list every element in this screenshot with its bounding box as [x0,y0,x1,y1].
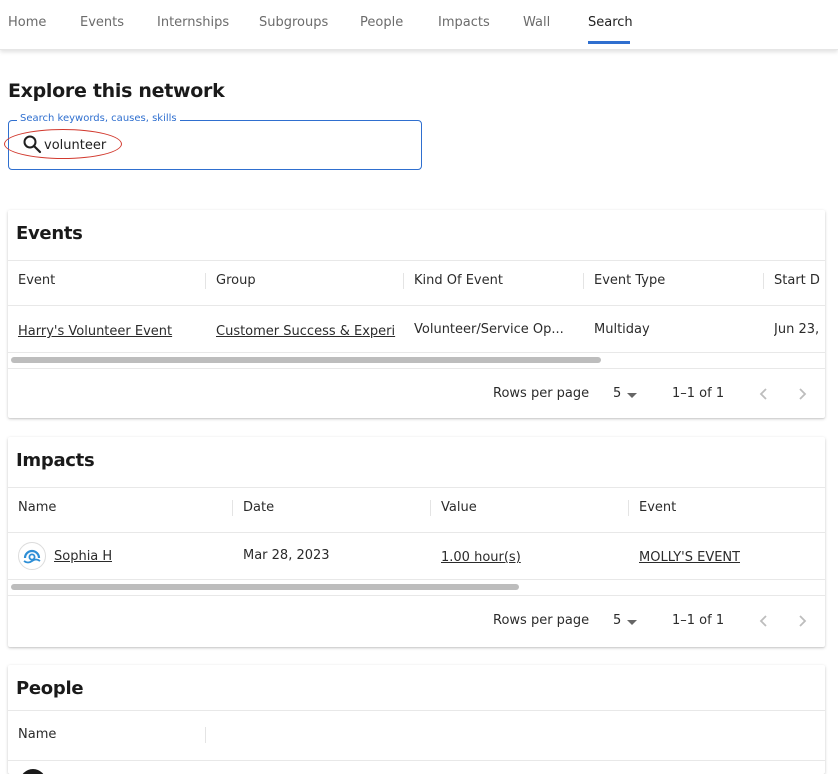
divider [8,760,825,761]
impacts-card: Impacts Name Date Value Event Sophia H M… [8,437,825,647]
col-header-name[interactable]: Name [18,727,56,742]
tab-internships[interactable]: Internships [157,15,229,30]
chevron-right-icon[interactable] [795,387,809,401]
tab-wall[interactable]: Wall [523,15,550,30]
chevron-left-icon[interactable] [757,614,771,628]
divider [8,260,825,261]
col-header-event-type[interactable]: Event Type [594,273,665,288]
column-separator [763,273,764,289]
impact-value-link[interactable]: 1.00 hour(s) [441,550,521,565]
column-separator [430,500,431,516]
avatar-logo-icon [23,549,41,564]
column-separator [205,273,206,289]
chevron-down-icon[interactable] [627,393,637,398]
avatar[interactable] [20,769,46,774]
scrollbar-thumb[interactable] [11,357,601,363]
col-header-start-date[interactable]: Start D [774,273,820,288]
rows-per-page-select[interactable]: 5 [613,613,621,628]
column-separator [205,727,206,743]
chevron-left-icon[interactable] [757,387,771,401]
tab-home[interactable]: Home [8,15,46,30]
col-header-date[interactable]: Date [243,500,274,515]
search-icon [23,135,42,154]
rows-per-page-label: Rows per page [493,386,590,401]
tab-search[interactable]: Search [588,15,633,30]
column-separator [583,273,584,289]
event-kind: Volunteer/Service Op... [414,322,564,337]
col-header-name[interactable]: Name [18,500,56,515]
impact-event-link[interactable]: MOLLY'S EVENT [639,550,740,565]
divider [8,487,825,488]
divider [8,368,825,369]
chevron-right-icon[interactable] [795,614,809,628]
col-header-event[interactable]: Event [639,500,676,515]
pagination-range: 1–1 of 1 [672,613,725,628]
search-label: Search keywords, causes, skills [17,113,180,124]
col-header-group[interactable]: Group [216,273,256,288]
events-card: Events Event Group Kind Of Event Event T… [8,210,825,418]
active-tab-indicator [588,41,630,44]
tab-subgroups[interactable]: Subgroups [259,15,328,30]
rows-per-page-label: Rows per page [493,613,590,628]
rows-per-page-select[interactable]: 5 [613,386,621,401]
impacts-title: Impacts [16,450,95,471]
avatar[interactable] [18,542,46,570]
event-group-link[interactable]: Customer Success & Experi [216,324,405,339]
divider [8,710,825,711]
column-separator [628,500,629,516]
search-input[interactable] [44,136,404,154]
people-card: People Name [8,665,825,774]
event-name-link[interactable]: Harry's Volunteer Event [18,324,203,339]
divider [8,305,825,306]
scrollbar-thumb[interactable] [11,584,519,590]
col-header-event[interactable]: Event [18,273,55,288]
col-header-value[interactable]: Value [441,500,477,515]
chevron-down-icon[interactable] [627,620,637,625]
horizontal-scrollbar[interactable] [8,583,825,591]
impact-name-link[interactable]: Sophia H [54,549,112,564]
divider [8,579,825,580]
top-nav: Home Events Internships Subgroups People… [0,0,838,50]
impact-date: Mar 28, 2023 [243,548,330,563]
event-type: Multiday [594,322,650,337]
tab-impacts[interactable]: Impacts [438,15,490,30]
events-title: Events [16,223,83,244]
horizontal-scrollbar[interactable] [8,356,825,364]
people-title: People [16,678,84,699]
divider [8,595,825,596]
divider [8,352,825,353]
pagination-range: 1–1 of 1 [672,386,725,401]
event-start-date: Jun 23, [774,322,820,337]
column-separator [232,500,233,516]
divider [8,532,825,533]
tab-events[interactable]: Events [80,15,124,30]
col-header-kind[interactable]: Kind Of Event [414,273,503,288]
column-separator [403,273,404,289]
page-title: Explore this network [8,80,225,102]
tab-people[interactable]: People [360,15,403,30]
